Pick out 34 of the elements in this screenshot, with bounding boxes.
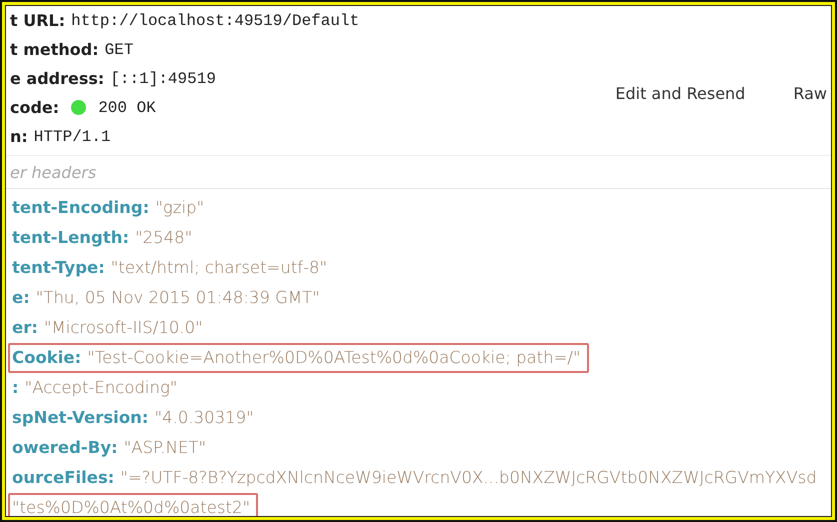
header-value: "gzip" bbox=[155, 196, 204, 219]
field-value: HTTP/1.1 bbox=[34, 126, 111, 148]
header-name: er: bbox=[12, 316, 38, 339]
field-value: [::1]:49519 bbox=[110, 68, 216, 90]
header-name: spNet-Version: bbox=[12, 406, 149, 429]
field-label: code: bbox=[10, 96, 60, 118]
field-value: http://localhost:49519/Default bbox=[71, 10, 360, 32]
header-value: "2548" bbox=[135, 226, 192, 249]
header-value: "Accept-Encoding" bbox=[24, 376, 178, 399]
header-name: owered-By: bbox=[12, 436, 118, 459]
header-value: "=?UTF-8?B?YzpcdXNlcnNceW9ieWVrcnV0X...b0NXZWJcRGVtb0NXZWJcRGVmYXVsd bbox=[120, 466, 817, 489]
header-value: "ASP.NET" bbox=[124, 436, 206, 459]
field-label: n: bbox=[10, 126, 28, 148]
field-label: e address: bbox=[10, 68, 104, 90]
field-label: t method: bbox=[10, 38, 99, 60]
header-value: "Microsoft-IIS/10.0" bbox=[44, 316, 203, 339]
field-value: 200 OK bbox=[98, 98, 156, 118]
header-value: "Thu, 05 Nov 2015 01:48:39 GMT" bbox=[36, 286, 320, 309]
header-name: : bbox=[12, 376, 19, 399]
field-value: GET bbox=[104, 40, 134, 60]
header-name: ourceFiles: bbox=[12, 466, 114, 489]
header-name: tent-Length: bbox=[12, 226, 130, 249]
header-name: Cookie: bbox=[12, 346, 82, 369]
header-value: "4.0.30319" bbox=[154, 406, 254, 429]
header-name: tent-Encoding: bbox=[12, 196, 150, 219]
header-name: tent-Type: bbox=[12, 256, 105, 279]
header-value: "tes%0D%0At%0d%0atest2" bbox=[12, 496, 250, 516]
filter-field[interactable]: er headers bbox=[6, 155, 831, 189]
header-value: "text/html; charset=utf-8" bbox=[110, 256, 328, 279]
action-link[interactable]: Edit and Resend bbox=[615, 82, 746, 106]
header-value: "Test-Cookie=Another%0D%0ATest%0d%0aCookie; path=/" bbox=[87, 346, 581, 369]
field-label: t URL: bbox=[10, 10, 66, 32]
action-link[interactable]: Raw bbox=[793, 82, 827, 106]
header-name: e: bbox=[12, 286, 30, 309]
